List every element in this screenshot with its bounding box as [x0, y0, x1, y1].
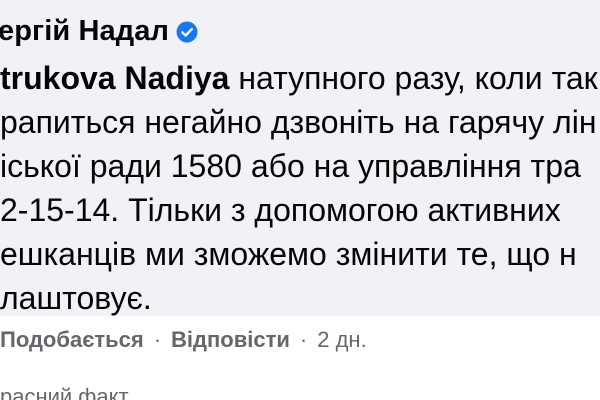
comment-line: ешканців ми зможемо змінити те, що н [0, 236, 577, 272]
comment-line: лаштовує. [0, 280, 152, 316]
next-comment-preview: расний факт [0, 384, 129, 400]
comment-actions: Подобається · Відповісти · 2 дн. [0, 323, 367, 357]
separator: · [299, 327, 308, 352]
comment-line: іської ради 1580 або на управління тра [0, 148, 581, 184]
comment-body: trukova Nadiya натупного разу, коли так … [0, 56, 600, 320]
mention-link[interactable]: trukova Nadiya [0, 60, 229, 96]
comment-line: рапиться негайно дзвоніть на гарячу лін [0, 104, 597, 140]
comment-thread: ергій Надал trukova Nadiya натупного раз… [0, 0, 600, 400]
reply-button[interactable]: Відповісти [171, 327, 290, 353]
comment-line-text: натупного разу, коли так [229, 60, 598, 96]
comment-author-name[interactable]: ергій Надал [0, 15, 169, 48]
comment-header: ергій Надал [0, 13, 198, 49]
like-button[interactable]: Подобається [0, 327, 144, 353]
comment-line: trukova Nadiya натупного разу, коли так [0, 56, 600, 100]
comment-timestamp[interactable]: 2 дн. [317, 327, 366, 353]
separator: · [153, 327, 162, 352]
comment-line: 2-15-14. Тільки з допомогою активних [0, 192, 561, 228]
verified-badge-icon [176, 21, 198, 43]
